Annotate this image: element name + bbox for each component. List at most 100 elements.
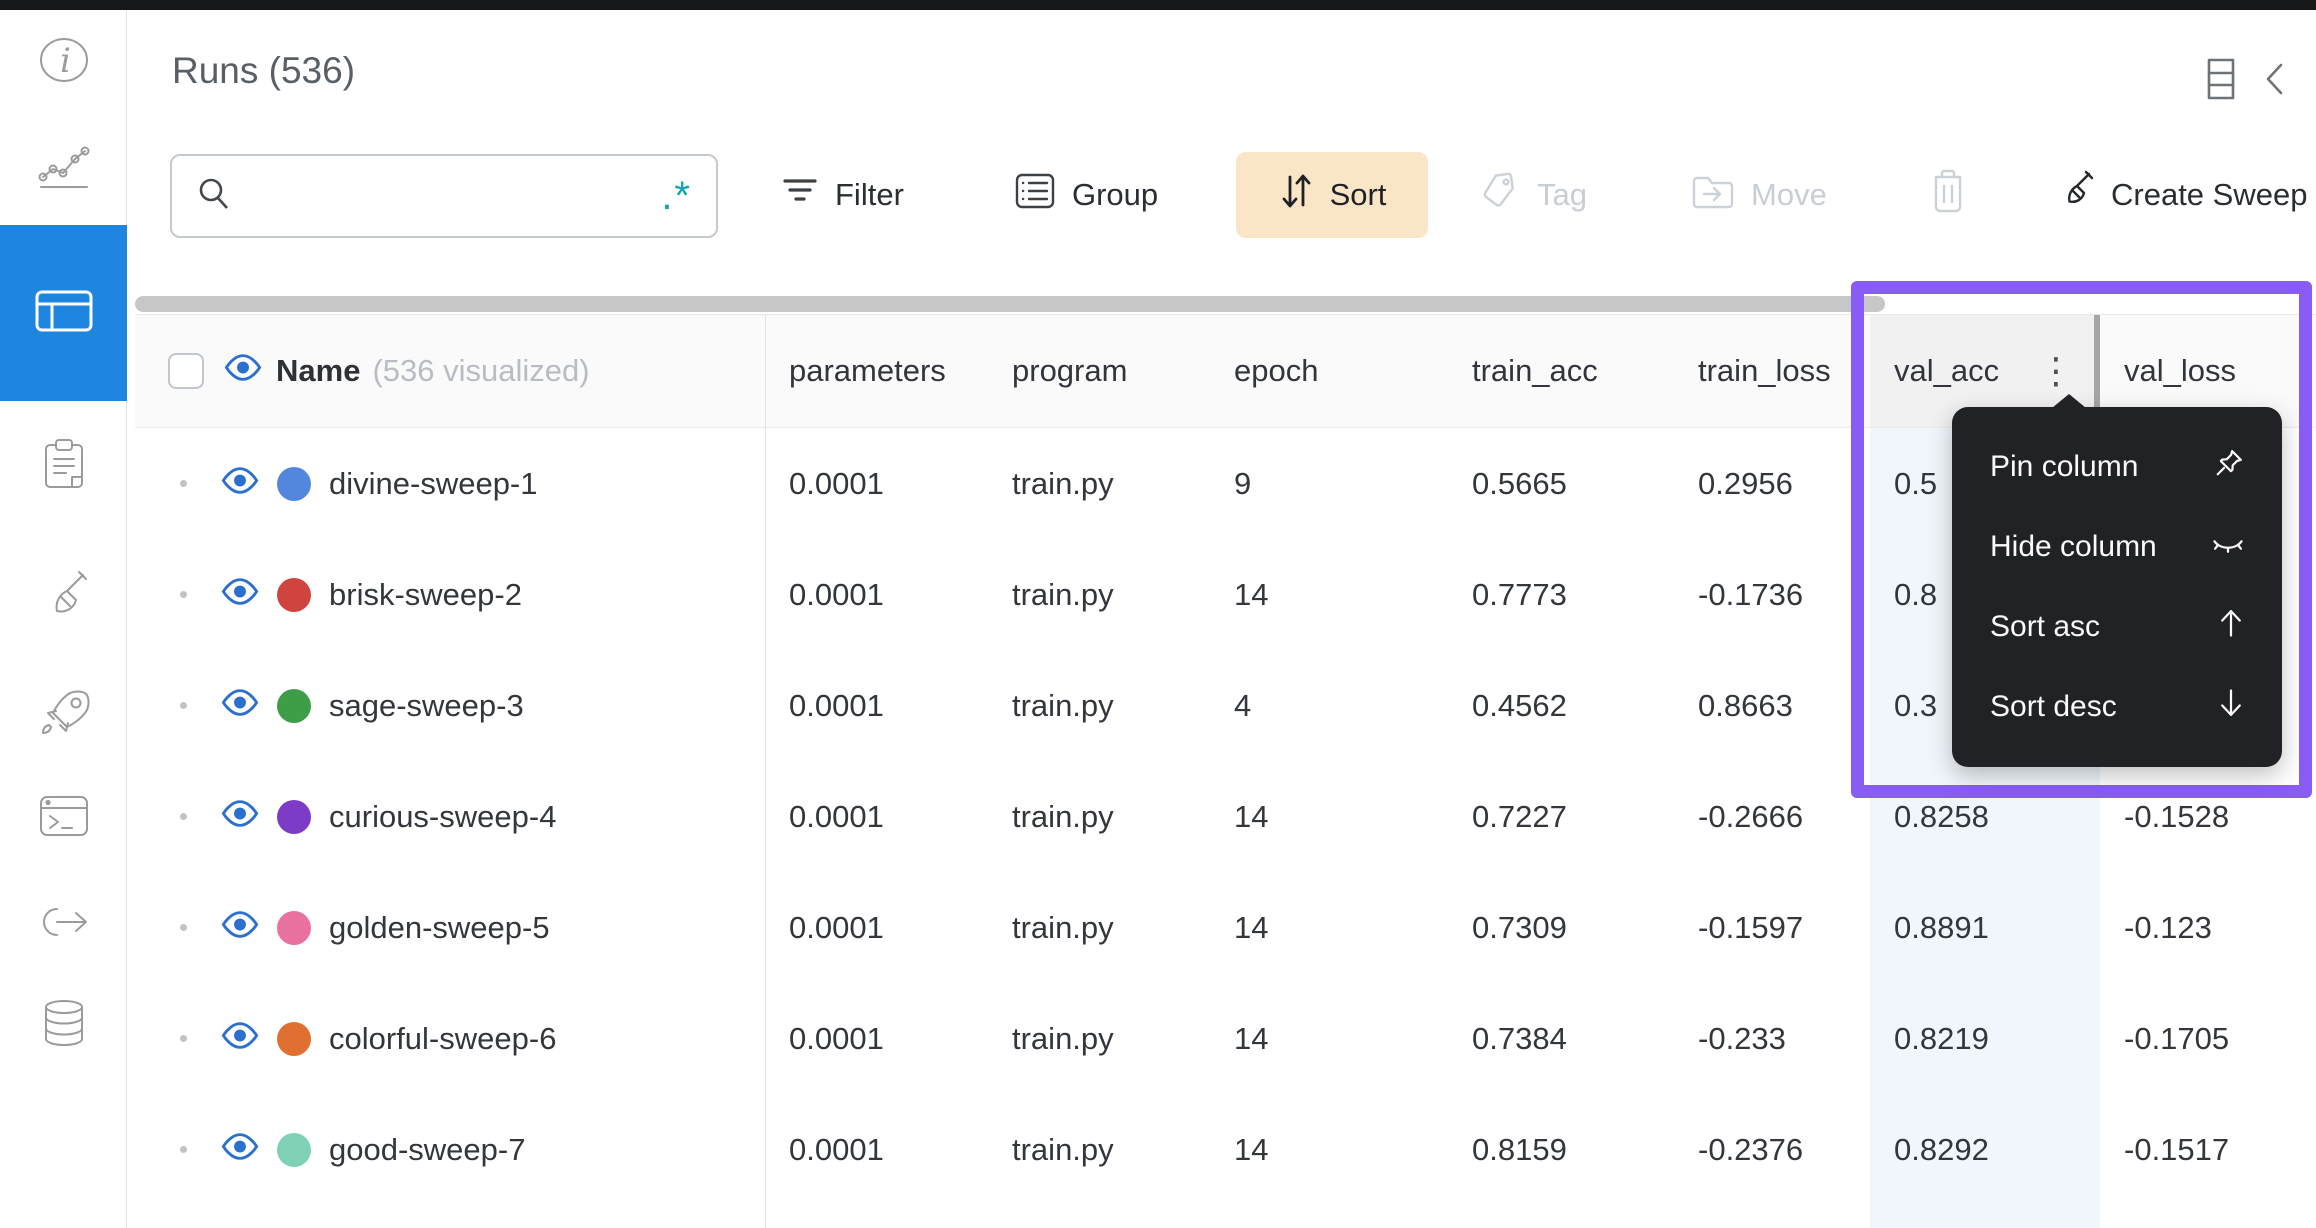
sidebar-item-terminal[interactable] [0, 766, 127, 870]
sidebar-item-links[interactable] [0, 872, 127, 976]
sort-desc-label: Sort desc [1990, 690, 2117, 723]
run-visibility-eye-icon[interactable] [221, 1021, 259, 1057]
group-icon [1014, 172, 1056, 218]
search-input[interactable] [246, 178, 662, 214]
column-header-parameters[interactable]: parameters [765, 315, 988, 427]
cell-epoch: 14 [1234, 798, 1269, 834]
cell-train-loss: -0.1597 [1698, 909, 1804, 945]
sidebar-item-artifacts[interactable] [0, 973, 127, 1077]
window-top-edge [0, 0, 2316, 10]
sort-button[interactable]: Sort [1236, 152, 1428, 238]
cell-train-acc: 0.7227 [1472, 798, 1567, 834]
delete-button[interactable] [1929, 152, 1967, 238]
run-name-link[interactable]: sage-sweep-3 [329, 688, 524, 724]
hide-column-label: Hide column [1990, 530, 2157, 563]
terminal-icon [38, 794, 90, 843]
run-visibility-eye-icon[interactable] [221, 1132, 259, 1168]
cell-program: train.py [1012, 909, 1114, 945]
cell-parameters: 0.0001 [789, 465, 884, 501]
column-header-program[interactable]: program [988, 315, 1210, 427]
search-box[interactable]: .* [170, 154, 718, 238]
cell-parameters: 0.0001 [789, 687, 884, 723]
table-row[interactable]: curious-sweep-4 0.0001 train.py 14 0.722… [135, 761, 2316, 872]
visibility-eye-icon[interactable] [224, 353, 262, 389]
row-drag-handle[interactable] [180, 1035, 187, 1042]
move-button[interactable]: Move [1691, 152, 1827, 238]
cell-epoch: 14 [1234, 909, 1269, 945]
eye-closed-icon [2212, 530, 2244, 564]
cell-val-loss: -0.1528 [2124, 798, 2230, 834]
create-sweep-label: Create Sweep [2111, 177, 2308, 212]
arrow-up-icon [2218, 608, 2244, 646]
run-visibility-eye-icon[interactable] [221, 577, 259, 613]
sidebar-item-launch[interactable] [0, 663, 127, 767]
run-color-dot [277, 688, 311, 723]
select-all-checkbox[interactable] [168, 353, 204, 389]
row-drag-handle[interactable] [180, 924, 187, 931]
run-name-link[interactable]: curious-sweep-4 [329, 799, 556, 835]
cell-parameters: 0.0001 [789, 909, 884, 945]
cell-epoch: 9 [1234, 465, 1252, 501]
run-color-dot [277, 799, 311, 834]
column-panel-icon[interactable] [2205, 57, 2237, 106]
run-color-dot [277, 577, 311, 612]
run-name-link[interactable]: good-sweep-7 [329, 1132, 525, 1168]
column-context-menu: Pin column Hide column Sort asc Sort des… [1952, 394, 2282, 767]
page-title: Runs (536) [172, 50, 356, 91]
sidebar-item-runs-table[interactable] [0, 225, 127, 401]
run-color-dot [277, 1132, 311, 1167]
create-sweep-button[interactable]: Create Sweep [2055, 152, 2307, 238]
link-arrow-icon [35, 905, 93, 944]
row-drag-handle[interactable] [180, 1146, 187, 1153]
name-column-header[interactable]: Name (536 visualized) [135, 315, 765, 427]
run-visibility-eye-icon[interactable] [221, 910, 259, 946]
sort-arrows-icon [1278, 171, 1314, 219]
run-name-link[interactable]: golden-sweep-5 [329, 910, 550, 946]
column-header-epoch[interactable]: epoch [1210, 315, 1448, 427]
sidebar-item-notes[interactable] [0, 414, 127, 518]
table-row[interactable]: good-sweep-7 0.0001 train.py 14 0.8159 -… [135, 1094, 2316, 1205]
collapse-chevron-icon[interactable] [2263, 61, 2285, 102]
column-header-train-loss[interactable]: train_loss [1674, 315, 1870, 427]
filter-button[interactable]: Filter [781, 152, 904, 238]
cell-train-loss: -0.1736 [1698, 576, 1804, 612]
group-label: Group [1072, 177, 1159, 212]
menu-item-hide-column[interactable]: Hide column [1952, 507, 2282, 587]
menu-item-sort-desc[interactable]: Sort desc [1952, 667, 2282, 747]
row-drag-handle[interactable] [180, 480, 187, 487]
sidebar-item-sweeps[interactable] [0, 546, 127, 650]
sort-asc-label: Sort asc [1990, 610, 2101, 643]
group-button[interactable]: Group [1014, 152, 1158, 238]
table-row[interactable]: colorful-sweep-6 0.0001 train.py 14 0.73… [135, 983, 2316, 1094]
row-drag-handle[interactable] [180, 591, 187, 598]
cell-train-loss: 0.2956 [1698, 465, 1793, 501]
run-name-link[interactable]: colorful-sweep-6 [329, 1021, 556, 1057]
menu-item-pin-column[interactable]: Pin column [1952, 427, 2282, 507]
cell-train-acc: 0.7384 [1472, 1020, 1567, 1056]
column-header-train-acc[interactable]: train_acc [1448, 315, 1674, 427]
sidebar-item-charts[interactable] [0, 118, 127, 222]
horizontal-scrollbar[interactable] [135, 296, 1885, 312]
cell-train-loss: 0.8663 [1698, 687, 1793, 723]
run-name-link[interactable]: brisk-sweep-2 [329, 577, 522, 613]
run-name-link[interactable]: divine-sweep-1 [329, 466, 538, 502]
row-drag-handle[interactable] [180, 813, 187, 820]
wandb-runs-page: i Runs (536) .* Filter Group Sort Tag Mo… [0, 0, 2316, 1228]
cell-train-loss: -0.2666 [1698, 798, 1804, 834]
sidebar-item-info[interactable]: i [0, 10, 127, 114]
menu-item-sort-asc[interactable]: Sort asc [1952, 587, 2282, 667]
table-row[interactable]: golden-sweep-5 0.0001 train.py 14 0.7309… [135, 872, 2316, 983]
rocket-icon [36, 687, 92, 744]
cell-epoch: 14 [1234, 576, 1269, 612]
column-menu-kebab-icon[interactable]: ⋮ [2038, 353, 2074, 389]
run-visibility-eye-icon[interactable] [221, 799, 259, 835]
row-drag-handle[interactable] [180, 702, 187, 709]
tag-button[interactable]: Tag [1481, 152, 1587, 238]
cell-val-loss: -0.1517 [2124, 1131, 2230, 1167]
database-icon [39, 998, 89, 1053]
sidebar: i [0, 10, 127, 1228]
run-visibility-eye-icon[interactable] [221, 688, 259, 724]
run-visibility-eye-icon[interactable] [221, 466, 259, 502]
cell-train-acc: 0.4562 [1472, 687, 1567, 723]
clipboard-icon [40, 437, 88, 496]
